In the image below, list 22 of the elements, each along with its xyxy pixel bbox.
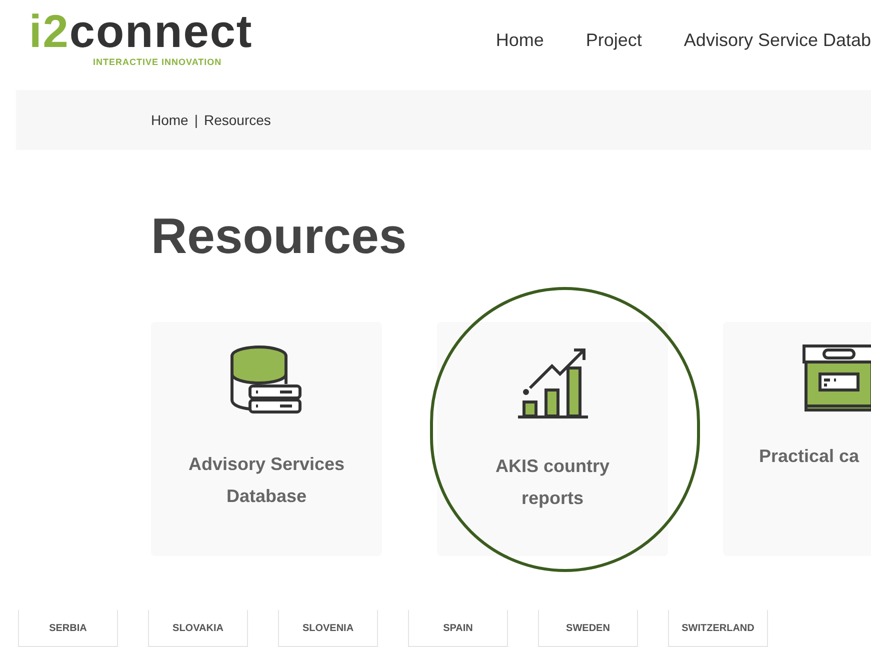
card-title: Advisory Services Database [187,453,346,508]
storage-box-icon [802,344,871,414]
nav-link[interactable]: Home [496,27,544,54]
country-button[interactable]: SWEDEN [538,610,638,647]
card-title: AKIS country reports [494,455,610,510]
country-button[interactable]: SERBIA [18,610,118,647]
card-title: Practical ca [759,445,860,468]
breadcrumb-link[interactable]: Home [151,110,188,130]
resource-card[interactable]: Practical ca [723,322,871,556]
breadcrumb-link[interactable]: Resources [204,110,271,130]
country-button[interactable]: SWITZERLAND [668,610,768,647]
logo-tagline: INTERACTIVE INNOVATION [93,56,222,69]
nav-link[interactable]: Advisory Service Datab [684,27,871,54]
page-heading: Resources [151,207,408,266]
logo-wordmark[interactable]: i2connect [29,8,253,54]
breadcrumb-separator: | [194,110,198,130]
nav-link[interactable]: Project [586,27,642,54]
country-button[interactable]: SLOVAKIA [148,610,248,647]
resource-card[interactable]: AKIS country reports [437,322,668,556]
country-button[interactable]: SPAIN [408,610,508,647]
country-button[interactable]: SLOVENIA [278,610,378,647]
resource-card[interactable]: Advisory Services Database [151,322,382,556]
